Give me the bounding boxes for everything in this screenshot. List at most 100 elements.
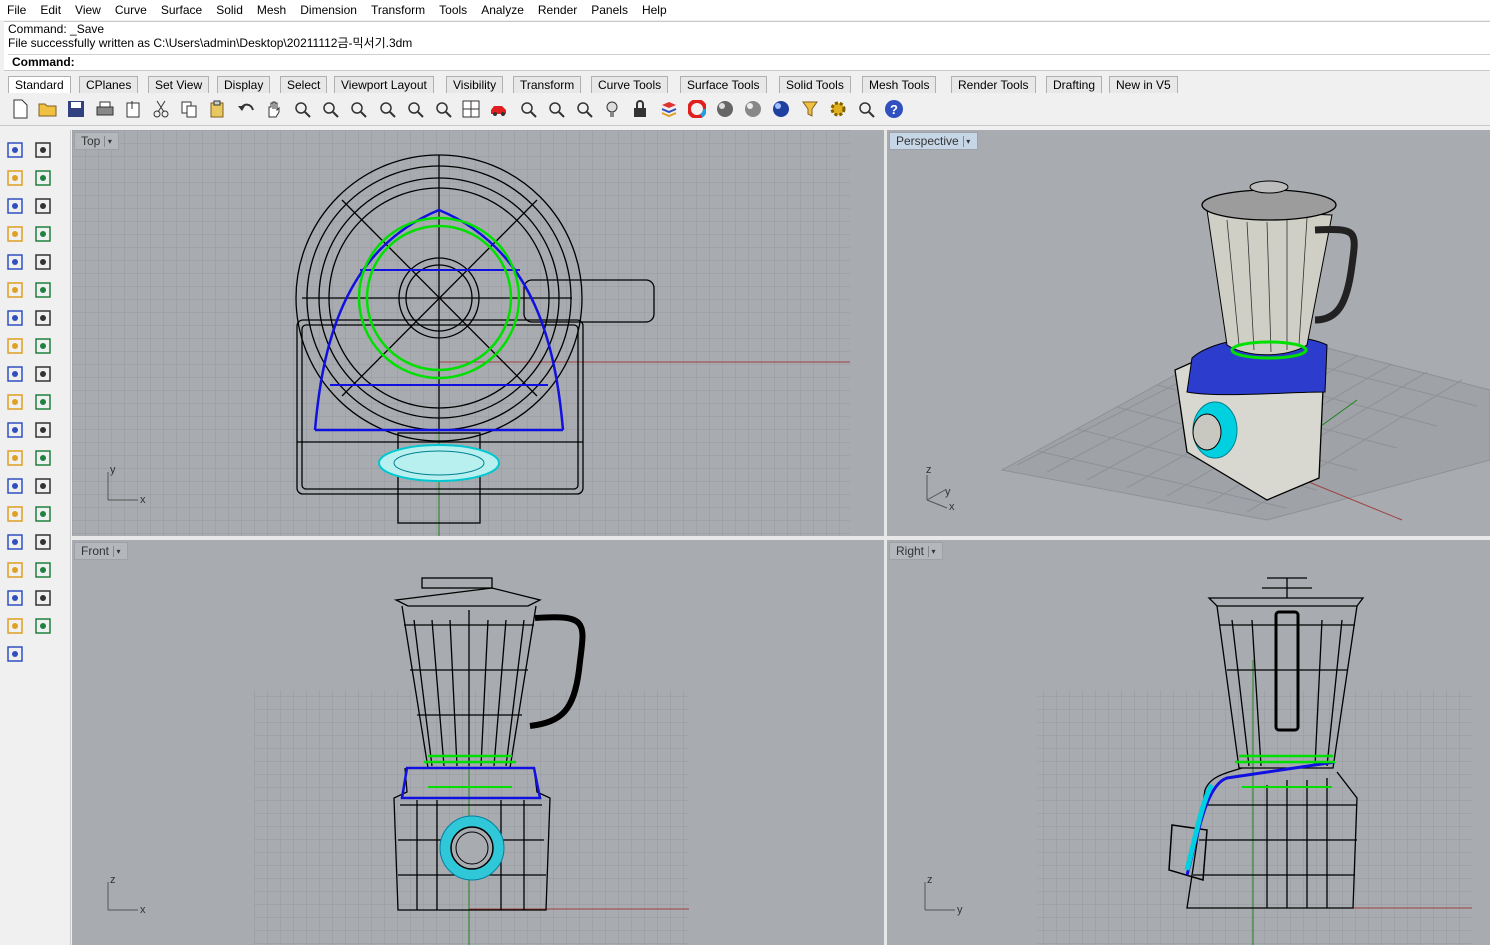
zoom-selected-icon[interactable] <box>404 98 426 120</box>
array-icon[interactable] <box>31 390 55 414</box>
tab-transform[interactable]: Transform <box>513 76 582 93</box>
tab-mesh-tools[interactable]: Mesh Tools <box>862 76 937 93</box>
box-icon[interactable] <box>31 306 55 330</box>
paste-icon[interactable] <box>206 98 228 120</box>
menu-tools[interactable]: Tools <box>432 0 474 20</box>
points-icon[interactable] <box>573 98 595 120</box>
mirror-icon[interactable] <box>31 586 55 610</box>
plane-icon[interactable] <box>3 362 27 386</box>
chevron-down-icon[interactable]: ▾ <box>104 135 114 147</box>
menu-curve[interactable]: Curve <box>108 0 154 20</box>
menu-help[interactable]: Help <box>635 0 674 20</box>
group-icon[interactable] <box>3 446 27 470</box>
chevron-down-icon[interactable]: ▾ <box>962 135 973 147</box>
zoom-window-icon[interactable] <box>347 98 369 120</box>
copy-icon[interactable] <box>178 98 200 120</box>
cylinder-icon[interactable] <box>31 334 55 358</box>
circle-icon[interactable] <box>31 194 55 218</box>
new-icon[interactable] <box>9 98 31 120</box>
join-icon[interactable] <box>31 502 55 526</box>
move-icon[interactable] <box>3 418 27 442</box>
four-viewports-icon[interactable] <box>460 98 482 120</box>
tab-render-tools[interactable]: Render Tools <box>951 76 1036 93</box>
curve-icon[interactable] <box>3 194 27 218</box>
select-icon[interactable] <box>3 138 27 162</box>
point-icon[interactable] <box>3 166 27 190</box>
properties-icon[interactable] <box>517 98 539 120</box>
viewport-perspective[interactable]: z y x Perspective ▾ <box>887 130 1490 536</box>
undo-icon[interactable] <box>235 98 257 120</box>
tab-set-view[interactable]: Set View <box>148 76 210 93</box>
snap-icon[interactable] <box>545 98 567 120</box>
tab-display[interactable]: Display <box>217 76 271 93</box>
lock-icon[interactable] <box>629 98 651 120</box>
polygon-icon[interactable] <box>31 250 55 274</box>
environment-icon[interactable] <box>770 98 792 120</box>
viewport-right[interactable]: z y Right ▾ <box>887 540 1490 945</box>
tab-new-in-v5[interactable]: New in V5 <box>1109 76 1178 93</box>
tab-select[interactable]: Select <box>280 76 328 93</box>
zoom-icon[interactable] <box>319 98 341 120</box>
menu-mesh[interactable]: Mesh <box>250 0 293 20</box>
menu-analyze[interactable]: Analyze <box>474 0 531 20</box>
help-icon[interactable]: ? <box>883 98 905 120</box>
grid-array-icon[interactable] <box>31 558 55 582</box>
menu-dimension[interactable]: Dimension <box>293 0 364 20</box>
material-sphere-icon[interactable] <box>714 98 736 120</box>
import-icon[interactable] <box>122 98 144 120</box>
options-gear-icon[interactable] <box>827 98 849 120</box>
grid-icon[interactable] <box>855 98 877 120</box>
scale-icon[interactable] <box>31 418 55 442</box>
menu-surface[interactable]: Surface <box>154 0 209 20</box>
tab-cplanes[interactable]: CPlanes <box>79 76 139 93</box>
rectangle-icon[interactable] <box>3 250 27 274</box>
pan-hand-icon[interactable] <box>263 98 285 120</box>
viewport-front-title[interactable]: Front ▾ <box>74 542 129 560</box>
sphere-icon[interactable] <box>3 334 27 358</box>
chevron-down-icon[interactable]: ▾ <box>113 545 123 557</box>
offset-curve-icon[interactable] <box>31 278 55 302</box>
cut-icon[interactable] <box>150 98 172 120</box>
color-wheel-icon[interactable] <box>686 98 708 120</box>
tab-surface-tools[interactable]: Surface Tools <box>680 76 767 93</box>
rotate-icon[interactable] <box>31 446 55 470</box>
viewport-perspective-title[interactable]: Perspective ▾ <box>889 132 978 150</box>
viewport-top-title[interactable]: Top ▾ <box>74 132 120 150</box>
tab-solid-tools[interactable]: Solid Tools <box>779 76 851 93</box>
zoom-dynamic-icon[interactable] <box>432 98 454 120</box>
fillet-curve-icon[interactable] <box>3 278 27 302</box>
tab-standard[interactable]: Standard <box>8 76 71 93</box>
select-points-icon[interactable] <box>31 138 55 162</box>
print-icon[interactable] <box>94 98 116 120</box>
tab-curve-tools[interactable]: Curve Tools <box>591 76 669 93</box>
filter-icon[interactable] <box>799 98 821 120</box>
layer-icon[interactable] <box>658 98 680 120</box>
explode-icon[interactable] <box>31 362 55 386</box>
menu-panels[interactable]: Panels <box>584 0 635 20</box>
rotate-view-icon[interactable] <box>291 98 313 120</box>
snap-points-icon[interactable] <box>3 502 27 526</box>
dimension-icon[interactable] <box>3 558 27 582</box>
arc-icon[interactable] <box>31 222 55 246</box>
menu-view[interactable]: View <box>68 0 108 20</box>
light-icon[interactable] <box>601 98 623 120</box>
surface-icon[interactable] <box>3 306 27 330</box>
history-icon[interactable] <box>3 586 27 610</box>
solid-box-icon[interactable] <box>31 530 55 554</box>
menu-edit[interactable]: Edit <box>33 0 68 20</box>
extrude-icon[interactable] <box>3 530 27 554</box>
car-icon[interactable] <box>488 98 510 120</box>
text-icon[interactable] <box>31 474 55 498</box>
viewport-top[interactable]: y x Top ▾ <box>72 130 884 536</box>
command-prompt[interactable]: Command: <box>8 54 1490 69</box>
mesh-icon[interactable] <box>31 614 55 638</box>
viewport-right-title[interactable]: Right ▾ <box>889 542 944 560</box>
zoom-extents-icon[interactable] <box>376 98 398 120</box>
polyline-icon[interactable] <box>31 166 55 190</box>
save-icon[interactable] <box>65 98 87 120</box>
check-icon[interactable] <box>3 614 27 638</box>
trim-icon[interactable] <box>3 474 27 498</box>
tab-viewport-layout[interactable]: Viewport Layout <box>334 76 434 93</box>
tab-visibility[interactable]: Visibility <box>446 76 504 93</box>
boolean-icon[interactable] <box>3 390 27 414</box>
